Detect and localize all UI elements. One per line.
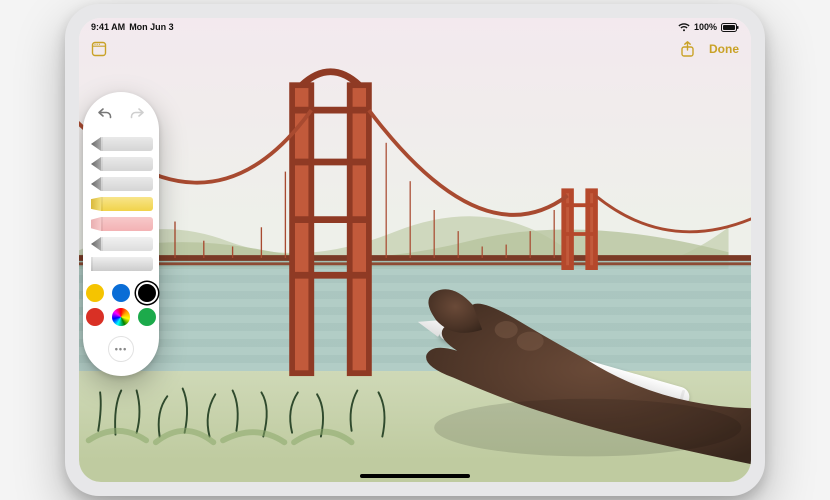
drawing-tool-palette: ••• bbox=[83, 92, 159, 376]
swatch-black[interactable] bbox=[138, 284, 156, 302]
status-time: 9:41 AM bbox=[91, 22, 125, 32]
swatch-color-picker[interactable] bbox=[112, 308, 130, 326]
swatch-blue[interactable] bbox=[112, 284, 130, 302]
swatch-green[interactable] bbox=[138, 308, 156, 326]
tool-pen[interactable] bbox=[91, 134, 153, 154]
wifi-icon bbox=[678, 23, 690, 32]
status-bar: 9:41 AM Mon Jun 3 100% bbox=[79, 18, 751, 36]
tool-marker[interactable] bbox=[91, 154, 153, 174]
swatch-red[interactable] bbox=[86, 308, 104, 326]
tool-highlighter[interactable] bbox=[91, 194, 153, 214]
more-tools-button[interactable]: ••• bbox=[108, 336, 134, 362]
share-icon[interactable] bbox=[680, 41, 695, 57]
done-button[interactable]: Done bbox=[709, 42, 739, 56]
bridge-illustration bbox=[79, 18, 751, 469]
status-date: Mon Jun 3 bbox=[129, 22, 174, 32]
redo-button[interactable] bbox=[127, 104, 147, 124]
tool-eraser[interactable] bbox=[91, 214, 153, 234]
ipad-device-frame: 9:41 AM Mon Jun 3 100% bbox=[65, 4, 765, 496]
battery-full-icon bbox=[721, 23, 739, 32]
tool-pencil[interactable] bbox=[91, 174, 153, 194]
status-battery-text: 100% bbox=[694, 22, 717, 32]
ipad-screen: 9:41 AM Mon Jun 3 100% bbox=[79, 18, 751, 482]
home-indicator[interactable] bbox=[360, 474, 470, 478]
color-swatches bbox=[86, 284, 156, 326]
notes-app-icon[interactable] bbox=[91, 41, 107, 57]
tool-list bbox=[91, 134, 151, 274]
app-toolbar: Done bbox=[79, 36, 751, 62]
tool-lasso[interactable] bbox=[91, 234, 153, 254]
undo-button[interactable] bbox=[95, 104, 115, 124]
drawing-canvas[interactable] bbox=[79, 18, 751, 482]
swatch-yellow[interactable] bbox=[86, 284, 104, 302]
tool-ruler[interactable] bbox=[91, 254, 153, 274]
